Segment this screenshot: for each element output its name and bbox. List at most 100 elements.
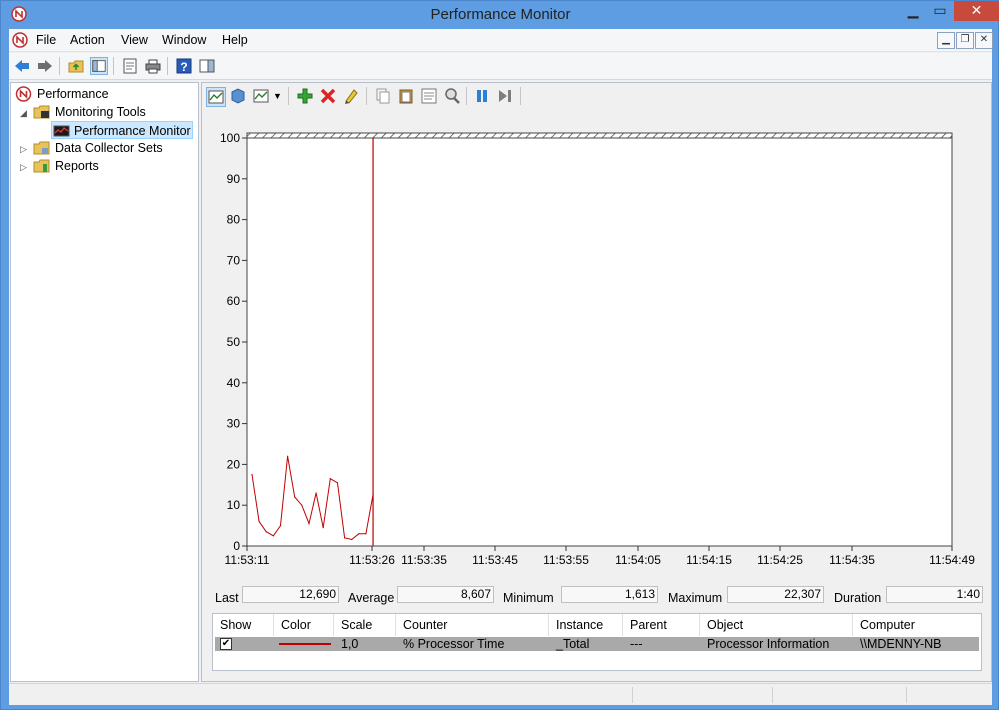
folder-icon — [33, 141, 50, 155]
close-button[interactable]: ✕ — [954, 1, 999, 21]
tree-item-label: Performance Monitor — [74, 124, 191, 138]
y-tick-label: 0 — [233, 539, 240, 553]
highlight-icon[interactable] — [342, 87, 360, 105]
print-icon[interactable] — [144, 57, 162, 75]
tree-item-reports[interactable]: Reports — [33, 158, 193, 175]
menu-action[interactable]: Action — [70, 33, 105, 47]
zoom-icon[interactable] — [443, 87, 461, 105]
x-tick-label: 11:54:25 — [757, 553, 803, 567]
menu-help[interactable]: Help — [222, 33, 248, 47]
y-tick-label: 20 — [227, 457, 241, 471]
menu-view[interactable]: View — [121, 33, 148, 47]
status-divider — [906, 687, 907, 703]
tree-item-performance[interactable]: Performance — [15, 86, 175, 103]
tree-item-monitoring-tools[interactable]: Monitoring Tools — [33, 104, 193, 121]
column-header-counter[interactable]: Counter — [396, 614, 549, 636]
data-point — [294, 496, 296, 498]
perfmon-app-icon — [15, 86, 32, 102]
column-header-parent[interactable]: Parent — [623, 614, 700, 636]
reports-folder-icon — [33, 159, 50, 173]
folder-icon — [33, 105, 50, 119]
column-header-scale[interactable]: Scale — [334, 614, 396, 636]
performance-monitor-icon — [53, 125, 70, 137]
status-divider — [632, 687, 633, 703]
column-header-object[interactable]: Object — [700, 614, 853, 636]
tree-item-label: Performance — [37, 87, 109, 101]
data-point — [287, 455, 289, 457]
tree-item-label: Data Collector Sets — [55, 141, 163, 155]
status-divider — [772, 687, 773, 703]
freeze-display-icon[interactable] — [473, 87, 491, 105]
mdi-minimize-button[interactable]: ▁ — [937, 32, 955, 49]
tree-item-data-collector-sets[interactable]: Data Collector Sets — [33, 140, 193, 157]
add-counter-icon[interactable] — [296, 87, 314, 105]
chevron-down-icon[interactable]: ▼ — [273, 91, 282, 101]
minimum-label: Minimum — [503, 591, 554, 605]
status-bar — [9, 683, 992, 705]
column-header-color[interactable]: Color — [274, 614, 334, 636]
y-tick-label: 40 — [227, 376, 241, 390]
show-hide-console-tree-icon[interactable] — [90, 57, 108, 75]
delete-counter-icon[interactable] — [319, 87, 337, 105]
toolbar-separator — [113, 57, 114, 75]
up-folder-icon[interactable] — [67, 57, 85, 75]
mdi-restore-button[interactable]: ❐ — [956, 32, 974, 49]
graph-properties-icon[interactable] — [420, 87, 438, 105]
client-area: File Action View Window Help ▁ ❐ ✕ ? Per… — [9, 29, 993, 705]
collapse-arrow-icon[interactable]: ◢ — [20, 109, 29, 118]
toolbar-separator — [59, 57, 60, 75]
line-chart[interactable]: 0 10 20 30 40 50 60 70 80 90 100 11:53:11 11:53:26 1… — [202, 113, 991, 583]
x-tick-label: 11:53:55 — [543, 553, 589, 567]
data-point — [301, 504, 303, 506]
scale-cell: 1,0 — [341, 637, 359, 651]
perfmon-menu-icon[interactable] — [12, 32, 28, 48]
forward-icon[interactable] — [36, 57, 54, 75]
expand-arrow-icon[interactable]: ▷ — [20, 163, 29, 172]
toolbar-separator — [520, 87, 521, 105]
action-pane-icon[interactable] — [198, 57, 216, 75]
last-label: Last — [215, 591, 239, 605]
parent-cell: --- — [630, 637, 643, 651]
update-data-icon[interactable] — [496, 87, 514, 105]
view-current-activity-icon[interactable] — [206, 87, 226, 107]
expand-arrow-icon[interactable]: ▷ — [20, 145, 29, 154]
tree-item-performance-monitor[interactable]: Performance Monitor — [51, 121, 193, 139]
data-point — [365, 533, 367, 535]
paste-counter-list-icon[interactable] — [397, 87, 415, 105]
x-tick-label: 11:54:35 — [829, 553, 875, 567]
minimum-value: 1,613 — [561, 586, 658, 603]
graph-toolbar: ▼ — [202, 83, 991, 110]
object-cell: Processor Information — [707, 637, 830, 651]
data-point — [279, 525, 282, 527]
change-graph-type-icon[interactable] — [252, 87, 270, 105]
column-header-instance[interactable]: Instance — [549, 614, 623, 636]
last-value: 12,690 — [242, 586, 339, 603]
menu-file[interactable]: File — [36, 33, 56, 47]
minimize-button[interactable]: ▁ — [900, 1, 926, 21]
back-icon[interactable] — [13, 57, 31, 75]
column-header-show[interactable]: Show — [213, 614, 274, 636]
data-point — [336, 482, 339, 484]
app-window: Performance Monitor ▁ ▭ ✕ File Action Vi… — [0, 0, 999, 710]
maximize-button[interactable]: ▭ — [927, 1, 953, 21]
data-point — [315, 492, 317, 494]
window-title: Performance Monitor — [430, 6, 571, 23]
show-checkbox[interactable]: ✔ — [220, 638, 232, 650]
plot-area[interactable] — [246, 132, 953, 547]
data-point — [344, 537, 346, 539]
computer-cell: \\MDENNY-NB — [860, 637, 942, 651]
mdi-close-button[interactable]: ✕ — [975, 32, 993, 49]
x-tick-label: 11:53:35 — [401, 553, 447, 567]
counter-row[interactable]: ✔ 1,0 % Processor Time _Total --- Proces… — [215, 637, 979, 651]
help-icon[interactable]: ? — [175, 57, 193, 75]
view-log-data-icon[interactable] — [229, 87, 247, 105]
data-point — [322, 527, 324, 529]
column-header-computer[interactable]: Computer — [853, 614, 981, 636]
copy-properties-icon[interactable] — [374, 87, 392, 105]
properties-icon[interactable] — [121, 57, 139, 75]
menu-window[interactable]: Window — [162, 33, 206, 47]
data-point — [251, 474, 253, 476]
x-tick-label: 11:53:26 — [349, 553, 395, 567]
title-bar[interactable]: Performance Monitor ▁ ▭ ✕ — [1, 1, 999, 28]
y-tick-label: 100 — [220, 131, 240, 145]
